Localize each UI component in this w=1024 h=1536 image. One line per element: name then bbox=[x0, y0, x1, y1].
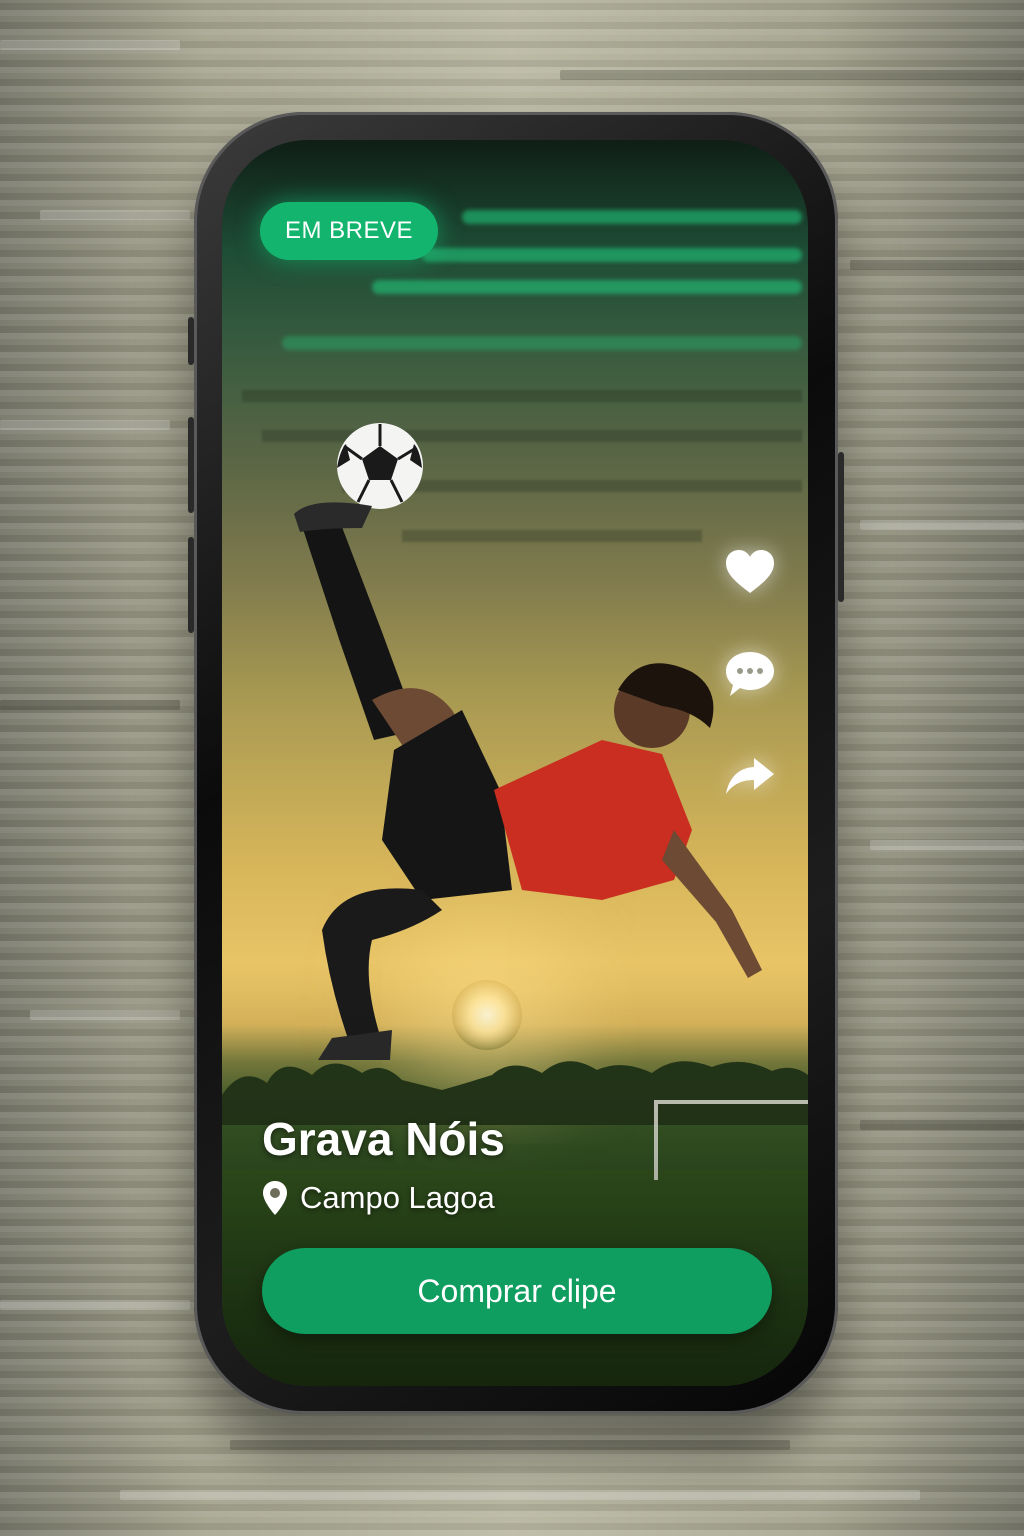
background-streak bbox=[860, 520, 1024, 530]
phone-side-button bbox=[188, 417, 194, 513]
phone-side-button bbox=[188, 317, 194, 365]
background: EM BREVE Grava Nóis Campo Lagoa Comprar … bbox=[0, 0, 1024, 1536]
action-rail bbox=[718, 540, 782, 846]
like-button[interactable] bbox=[718, 540, 782, 604]
clip-location: Campo Lagoa bbox=[262, 1180, 495, 1216]
background-streak bbox=[120, 1490, 920, 1500]
location-label: Campo Lagoa bbox=[300, 1180, 495, 1215]
phone-side-button bbox=[838, 452, 844, 602]
share-icon bbox=[726, 758, 774, 794]
comment-button[interactable] bbox=[718, 642, 782, 706]
map-pin-icon bbox=[262, 1180, 288, 1216]
clip-screen: EM BREVE Grava Nóis Campo Lagoa Comprar … bbox=[222, 140, 808, 1386]
phone-side-button bbox=[188, 537, 194, 633]
background-streak bbox=[850, 260, 1024, 270]
background-streak bbox=[0, 1300, 190, 1310]
background-streak bbox=[0, 700, 180, 710]
buy-clip-button[interactable]: Comprar clipe bbox=[262, 1248, 772, 1334]
background-streak bbox=[0, 40, 180, 50]
clip-title: Grava Nóis bbox=[262, 1113, 505, 1165]
background-streak bbox=[0, 420, 170, 430]
background-streak bbox=[870, 840, 1024, 850]
background-streak bbox=[860, 1120, 1024, 1130]
background-streak bbox=[30, 1010, 180, 1020]
comment-icon bbox=[726, 652, 774, 696]
background-streak bbox=[230, 1440, 790, 1450]
background-streak bbox=[560, 70, 1024, 80]
heart-icon bbox=[726, 550, 774, 593]
coming-soon-badge: EM BREVE bbox=[260, 202, 438, 260]
background-streak bbox=[40, 210, 190, 220]
share-button[interactable] bbox=[718, 744, 782, 808]
